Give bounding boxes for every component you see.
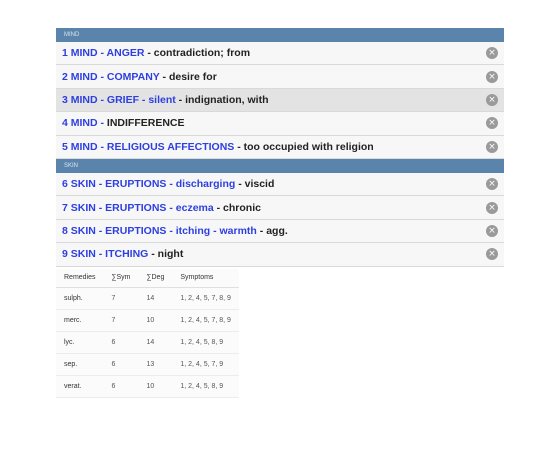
rubric-text: 4 MIND - INDIFFERENCE xyxy=(62,117,486,129)
remove-rubric-icon[interactable]: × xyxy=(486,201,498,214)
rubric-text: 9 SKIN - ITCHING - night xyxy=(62,248,486,260)
section-header-skin: SKIN xyxy=(56,158,504,173)
remove-rubric-icon[interactable]: × xyxy=(486,140,498,153)
rubric-text: 5 MIND - RELIGIOUS AFFECTIONS - too occu… xyxy=(62,141,486,153)
rubric-path: 8 SKIN - ERUPTIONS - itching - warmth xyxy=(62,224,257,237)
rubric-panel: MIND 1 MIND - ANGER - contradiction; from… xyxy=(56,28,504,398)
section-header-mind: MIND xyxy=(56,28,504,42)
table-cell: 1, 2, 4, 5, 7, 8, 9 xyxy=(172,287,239,310)
rubric-modifier: - viscid xyxy=(235,178,275,191)
rubric-text: 8 SKIN - ERUPTIONS - itching - warmth - … xyxy=(62,225,486,237)
rubric-row[interactable]: 7 SKIN - ERUPTIONS - eczema - chronic × xyxy=(56,196,504,220)
table-header-cell: Symptoms xyxy=(172,268,239,288)
rubric-row[interactable]: 1 MIND - ANGER - contradiction; from × xyxy=(56,42,504,66)
rubric-modifier: - agg. xyxy=(256,224,288,237)
remedy-table: Remedies ∑Sym ∑Deg Symptoms sulph. 7 14 1, 2, … xyxy=(56,268,239,398)
rubric-modifier: INDIFFERENCE xyxy=(106,117,185,130)
table-header-cell: ∑Sym xyxy=(103,268,139,288)
rubric-path: 2 MIND - COMPANY xyxy=(62,70,160,83)
remove-rubric-icon[interactable]: × xyxy=(486,47,498,60)
rubric-text: 6 SKIN - ERUPTIONS - discharging - visci… xyxy=(62,178,486,190)
rubric-path: 7 SKIN - ERUPTIONS - eczema xyxy=(62,201,214,214)
rubric-row[interactable]: 2 MIND - COMPANY - desire for × xyxy=(56,65,504,89)
rubric-path: 6 SKIN - ERUPTIONS - discharging xyxy=(62,178,236,191)
table-cell: verat. xyxy=(56,375,104,398)
rubric-modifier: - contradiction; from xyxy=(144,47,251,60)
rubric-row[interactable]: 6 SKIN - ERUPTIONS - discharging - visci… xyxy=(56,172,504,197)
table-header-cell: ∑Deg xyxy=(138,268,173,288)
rubric-path: 9 SKIN - ITCHING xyxy=(62,248,149,261)
rubric-path: 3 MIND - GRIEF - silent xyxy=(62,93,176,106)
table-cell: 14 xyxy=(138,331,173,354)
rubric-path: 4 MIND - xyxy=(62,117,107,130)
table-cell: 7 xyxy=(103,287,139,310)
remove-rubric-icon[interactable]: × xyxy=(486,117,498,130)
rubric-row[interactable]: 3 MIND - GRIEF - silent - indignation, w… xyxy=(56,88,504,113)
table-cell: 7 xyxy=(103,309,139,332)
rubric-text: 2 MIND - COMPANY - desire for xyxy=(62,71,486,83)
table-cell: 10 xyxy=(138,309,173,332)
remove-rubric-icon[interactable]: × xyxy=(486,93,498,106)
table-row[interactable]: merc. 7 10 1, 2, 4, 5, 7, 8, 9 xyxy=(56,309,239,332)
table-cell: sep. xyxy=(56,353,104,376)
rubric-modifier: - desire for xyxy=(159,70,217,83)
remove-rubric-icon[interactable]: × xyxy=(486,248,498,261)
rubric-modifier: - too occupied with religion xyxy=(234,140,374,153)
table-cell: 1, 2, 4, 5, 7, 8, 9 xyxy=(172,309,239,332)
rubric-text: 3 MIND - GRIEF - silent - indignation, w… xyxy=(62,94,486,106)
table-cell: 14 xyxy=(138,287,173,310)
rubric-row[interactable]: 4 MIND - INDIFFERENCE × xyxy=(56,112,504,136)
table-row[interactable]: verat. 6 10 1, 2, 4, 5, 8, 9 xyxy=(56,375,239,398)
rubric-text: 1 MIND - ANGER - contradiction; from xyxy=(62,47,486,59)
table-cell: merc. xyxy=(56,309,104,332)
table-cell: 6 xyxy=(103,375,139,398)
table-cell: 6 xyxy=(103,331,139,354)
remove-rubric-icon[interactable]: × xyxy=(486,224,498,237)
table-cell: 13 xyxy=(138,353,173,376)
remove-rubric-icon[interactable]: × xyxy=(486,70,498,83)
rubric-modifier: - night xyxy=(148,248,184,261)
remedy-table-body: sulph. 7 14 1, 2, 4, 5, 7, 8, 9 merc. 7 10 1, 2… xyxy=(56,287,239,398)
rubric-path: 5 MIND - RELIGIOUS AFFECTIONS xyxy=(62,140,235,153)
table-row[interactable]: sulph. 7 14 1, 2, 4, 5, 7, 8, 9 xyxy=(56,287,239,310)
table-row[interactable]: lyc. 6 14 1, 2, 4, 5, 8, 9 xyxy=(56,331,239,354)
table-header-cell: Remedies xyxy=(56,268,104,288)
table-cell: 1, 2, 4, 5, 8, 9 xyxy=(172,331,239,354)
remedy-table-header: Remedies ∑Sym ∑Deg Symptoms xyxy=(56,268,239,288)
remove-rubric-icon[interactable]: × xyxy=(486,178,498,191)
rubric-modifier: - chronic xyxy=(213,201,261,214)
table-cell: 6 xyxy=(103,353,139,376)
table-cell: 1, 2, 4, 5, 8, 9 xyxy=(172,375,239,398)
table-cell: lyc. xyxy=(56,331,104,354)
table-row[interactable]: sep. 6 13 1, 2, 4, 5, 7, 9 xyxy=(56,353,239,376)
rubric-modifier: - indignation, with xyxy=(175,93,269,106)
rubric-text: 7 SKIN - ERUPTIONS - eczema - chronic xyxy=(62,202,486,214)
rubric-row[interactable]: 9 SKIN - ITCHING - night × xyxy=(56,243,504,267)
rubric-row[interactable]: 5 MIND - RELIGIOUS AFFECTIONS - too occu… xyxy=(56,135,504,159)
rubric-sections: MIND 1 MIND - ANGER - contradiction; from… xyxy=(56,28,504,267)
rubric-row[interactable]: 8 SKIN - ERUPTIONS - itching - warmth - … xyxy=(56,219,504,244)
table-cell: 1, 2, 4, 5, 7, 9 xyxy=(172,353,239,376)
table-cell: sulph. xyxy=(56,287,104,310)
rubric-path: 1 MIND - ANGER xyxy=(62,47,145,60)
table-cell: 10 xyxy=(138,375,173,398)
